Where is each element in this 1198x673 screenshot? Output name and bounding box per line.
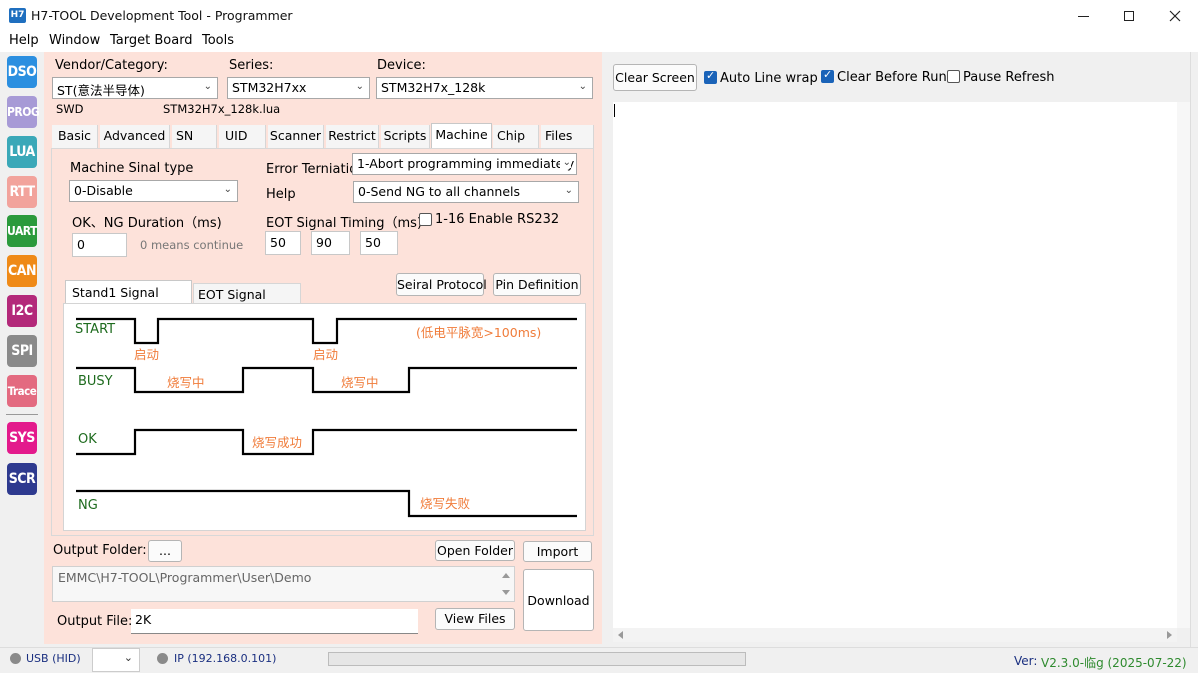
usb-status-label: USB (HID) — [26, 652, 81, 665]
start-signal-label: START — [75, 322, 116, 337]
ip-status-label: IP (192.168.0.101) — [174, 652, 277, 665]
busy-wave — [76, 366, 577, 394]
ok-signal-label: OK — [78, 432, 97, 447]
open-folder-button[interactable]: Open Folder — [435, 540, 515, 561]
version-value: V2.3.0-临g (2025-07-22) — [1041, 656, 1187, 670]
clear-before-run-checkbox[interactable] — [821, 68, 834, 83]
version-label: Ver: — [1014, 654, 1038, 668]
import-button[interactable]: Import — [523, 541, 592, 562]
download-button[interactable]: Download — [523, 569, 594, 631]
busy-note-2: 烧写中 — [341, 375, 379, 390]
pause-refresh-checkbox[interactable] — [947, 70, 960, 83]
auto-line-wrap-label: Auto Line wrap — [720, 71, 818, 86]
ip-status-icon — [157, 653, 168, 664]
ok-note: 烧写成功 — [252, 435, 303, 450]
output-file-input[interactable]: 2K — [131, 609, 418, 634]
output-folder-label: Output Folder: — [53, 543, 147, 558]
port-select[interactable]: ⌄ — [92, 648, 140, 672]
view-files-button[interactable]: View Files — [435, 608, 515, 630]
auto-line-wrap-checkbox[interactable] — [704, 69, 717, 84]
ng-note: 烧写失败 — [420, 496, 471, 511]
busy-note-1: 烧写中 — [167, 375, 205, 390]
scroll-arrows-icon — [618, 631, 1172, 639]
busy-signal-label: BUSY — [78, 374, 113, 389]
clear-before-run-label: Clear Before Run — [837, 70, 947, 85]
output-file-label: Output File: — [57, 614, 133, 629]
window-scrollbar[interactable] — [1190, 52, 1198, 648]
text-cursor — [614, 104, 615, 117]
ng-signal-label: NG — [78, 498, 98, 513]
path-scrollbar[interactable] — [498, 567, 514, 601]
ng-wave — [76, 489, 577, 518]
start-note-1: 启动 — [134, 347, 160, 362]
chevron-down-icon: ⌄ — [123, 651, 133, 664]
browse-folder-button[interactable]: ... — [148, 540, 182, 562]
start-note-2: 启动 — [313, 347, 339, 362]
output-path-textarea[interactable]: EMMC\H7-TOOL\Programmer\User\Demo — [52, 566, 515, 602]
usb-status-icon — [10, 653, 21, 664]
console-horizontal-scrollbar[interactable] — [613, 628, 1177, 642]
status-bar: USB (HID) ⌄ IP (192.168.0.101) Ver: V2.3… — [0, 647, 1198, 673]
clear-screen-button[interactable]: Clear Screen — [613, 64, 697, 91]
pause-refresh-label: Pause Refresh — [963, 70, 1055, 85]
scroll-arrows-icon — [502, 573, 510, 595]
ok-wave — [76, 428, 577, 456]
progress-bar — [328, 652, 746, 666]
pulse-width-note: (低电平脉宽>100ms) — [416, 325, 542, 340]
console-output[interactable] — [613, 102, 1177, 628]
